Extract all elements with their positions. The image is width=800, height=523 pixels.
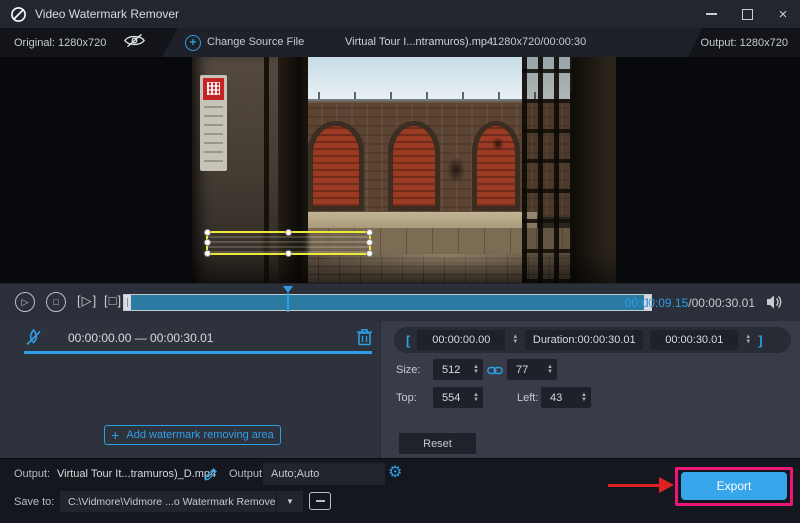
width-value: 512 bbox=[442, 364, 460, 376]
top-spinner[interactable]: ▲▼ bbox=[473, 393, 479, 403]
selection-handle[interactable] bbox=[366, 229, 373, 236]
set-start-bracket-button[interactable]: [ bbox=[406, 333, 410, 348]
set-end-bracket-button[interactable]: ] bbox=[758, 333, 762, 348]
original-info-panel: Original: 1280x720 bbox=[0, 28, 195, 57]
minimize-button[interactable] bbox=[700, 4, 722, 24]
add-watermark-area-button[interactable]: + Add watermark removing area bbox=[104, 425, 281, 445]
reset-button[interactable]: Reset bbox=[399, 433, 476, 454]
left-value: 43 bbox=[550, 392, 562, 404]
selection-handle[interactable] bbox=[366, 239, 373, 246]
output-format-field[interactable]: Auto;Auto bbox=[263, 463, 385, 485]
output-name-label: Output: bbox=[14, 468, 50, 480]
window-controls: × bbox=[700, 0, 794, 28]
title-bar: Video Watermark Remover × bbox=[0, 0, 800, 28]
rename-pencil-icon[interactable] bbox=[204, 466, 219, 481]
area-properties-panel: [ 00:00:00.00 ▲▼ Duration:00:00:30.01 00… bbox=[380, 321, 800, 458]
playhead-marker[interactable] bbox=[283, 286, 293, 293]
change-source-file-button[interactable]: Change Source File bbox=[207, 36, 304, 48]
trim-handle-left[interactable] bbox=[124, 295, 131, 310]
selection-handle[interactable] bbox=[285, 229, 292, 236]
play-button[interactable]: ▷ bbox=[15, 292, 35, 312]
left-label: Left: bbox=[517, 392, 538, 404]
start-time-field[interactable]: 00:00:00.00 bbox=[417, 330, 505, 350]
timeline-track[interactable] bbox=[123, 294, 652, 311]
height-spinner[interactable]: ▲▼ bbox=[547, 365, 553, 375]
dropdown-arrow-icon[interactable]: ▼ bbox=[276, 491, 303, 512]
selection-handle[interactable] bbox=[285, 250, 292, 257]
hide-areas-eye-icon[interactable] bbox=[124, 33, 145, 53]
annotation-arrow bbox=[608, 484, 660, 487]
play-segment-button[interactable]: [▷] bbox=[77, 293, 97, 309]
width-spinner[interactable]: ▲▼ bbox=[473, 365, 479, 375]
app-window: Video Watermark Remover × Original: 1280… bbox=[0, 0, 800, 523]
top-value: 554 bbox=[442, 392, 460, 404]
time-display: 00:00:09.15/00:00:30.01 bbox=[625, 296, 755, 310]
height-field[interactable]: 77 ▲▼ bbox=[507, 359, 557, 380]
selection-handle[interactable] bbox=[204, 239, 211, 246]
output-file-name: Virtual Tour It...tramuros)_D.mp4 bbox=[57, 468, 216, 480]
volume-icon[interactable] bbox=[766, 294, 784, 310]
workspace: 00:00:00.00 — 00:00:30.01 + Add watermar… bbox=[0, 321, 800, 458]
format-settings-gear-icon[interactable]: ⚙ bbox=[388, 462, 402, 484]
selection-handle[interactable] bbox=[204, 250, 211, 257]
video-stage bbox=[0, 57, 800, 283]
watermark-remover-icon bbox=[24, 328, 43, 347]
left-spinner[interactable]: ▲▼ bbox=[581, 393, 587, 403]
output-format-label: Output: bbox=[229, 468, 265, 480]
watermark-area-entry[interactable]: 00:00:00.00 — 00:00:30.01 bbox=[0, 323, 380, 357]
footer-bar: Output: Virtual Tour It...tramuros)_D.mp… bbox=[0, 458, 800, 523]
end-time-spinner[interactable]: ▲▼ bbox=[745, 335, 751, 345]
height-value: 77 bbox=[516, 364, 528, 376]
watermark-time-range: 00:00:00.00 — 00:00:30.01 bbox=[68, 331, 213, 345]
entry-duration-bar bbox=[24, 351, 372, 354]
save-to-label: Save to: bbox=[14, 496, 54, 508]
toolbar: Original: 1280x720 + Change Source File … bbox=[0, 28, 800, 57]
source-file-name: Virtual Tour I...ntramuros).mp4 bbox=[345, 36, 493, 48]
selection-handle[interactable] bbox=[204, 229, 211, 236]
current-time: 00:00:09.15 bbox=[625, 296, 688, 310]
stop-button[interactable]: □ bbox=[46, 292, 66, 312]
save-path-value: C:\Vidmore\Vidmore ...o Watermark Remove… bbox=[60, 496, 276, 508]
left-field[interactable]: 43 ▲▼ bbox=[541, 387, 591, 408]
link-ratio-icon[interactable] bbox=[487, 363, 503, 374]
watermark-selection-box[interactable] bbox=[206, 231, 371, 255]
annotation-arrow-head bbox=[659, 477, 674, 493]
output-info-panel: Output: 1280x720 bbox=[678, 28, 800, 57]
duration-display: Duration:00:00:30.01 bbox=[525, 330, 643, 350]
export-button[interactable]: Export bbox=[681, 472, 787, 500]
output-resolution-label: Output: 1280x720 bbox=[701, 37, 788, 49]
add-area-label: Add watermark removing area bbox=[126, 429, 273, 441]
playback-bar: ▷ □ [▷] [□] 00:00:09.15/00:00:30.01 bbox=[0, 283, 800, 321]
source-file-info: 1280x720/00:00:30 bbox=[492, 36, 586, 48]
plus-icon: + bbox=[111, 428, 119, 442]
playhead-line bbox=[287, 293, 289, 312]
time-range-controls: [ 00:00:00.00 ▲▼ Duration:00:00:30.01 00… bbox=[394, 327, 791, 353]
delete-area-icon[interactable] bbox=[356, 328, 373, 346]
add-source-icon[interactable]: + bbox=[185, 35, 201, 51]
original-resolution-label: Original: 1280x720 bbox=[14, 37, 106, 49]
video-preview[interactable] bbox=[192, 57, 616, 283]
width-field[interactable]: 512 ▲▼ bbox=[433, 359, 483, 380]
save-path-dropdown[interactable]: C:\Vidmore\Vidmore ...o Watermark Remove… bbox=[60, 491, 303, 512]
stop-segment-button[interactable]: [□] bbox=[104, 293, 122, 308]
app-logo-icon bbox=[10, 6, 27, 23]
close-button[interactable]: × bbox=[772, 4, 794, 24]
top-field[interactable]: 554 ▲▼ bbox=[433, 387, 483, 408]
end-time-field[interactable]: 00:00:30.01 bbox=[650, 330, 738, 350]
top-label: Top: bbox=[396, 392, 417, 404]
browse-folder-icon[interactable] bbox=[309, 492, 331, 510]
total-time: 00:00:30.01 bbox=[692, 296, 755, 310]
size-label: Size: bbox=[396, 364, 420, 376]
watermark-list-panel: 00:00:00.00 — 00:00:30.01 + Add watermar… bbox=[0, 321, 380, 458]
maximize-button[interactable] bbox=[736, 4, 758, 24]
start-time-spinner[interactable]: ▲▼ bbox=[512, 335, 518, 345]
app-title: Video Watermark Remover bbox=[35, 7, 179, 21]
selection-handle[interactable] bbox=[366, 250, 373, 257]
